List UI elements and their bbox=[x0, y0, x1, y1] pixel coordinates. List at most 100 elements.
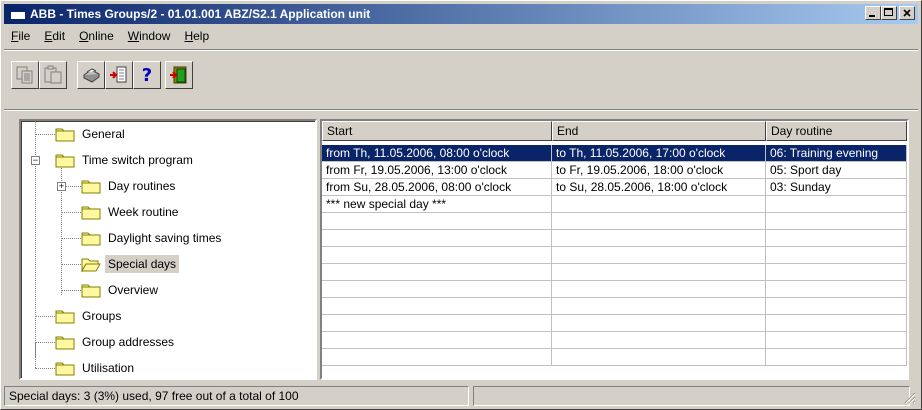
folder-icon bbox=[55, 154, 75, 168]
column-header-start[interactable]: Start bbox=[322, 121, 552, 141]
cell-start: from Th, 11.05.2006, 08:00 o'clock bbox=[322, 145, 552, 162]
empty-cell bbox=[552, 349, 766, 366]
open-folder-icon bbox=[81, 258, 101, 272]
empty-cell bbox=[766, 213, 907, 230]
tree-item-time-switch-program[interactable]: Time switch program bbox=[55, 148, 196, 172]
application-window: ABB - Times Groups/2 - 01.01.001 ABZ/S2.… bbox=[0, 0, 922, 410]
menu-window[interactable]: Window bbox=[121, 29, 178, 43]
empty-cell bbox=[766, 349, 907, 366]
minimize-button[interactable] bbox=[865, 6, 881, 20]
app-icon bbox=[10, 8, 26, 20]
table-header: Start End Day routine bbox=[322, 121, 907, 141]
tree-item-label: Group addresses bbox=[82, 335, 175, 349]
empty-cell bbox=[322, 349, 552, 366]
print-button[interactable] bbox=[77, 61, 105, 89]
resize-grip-icon[interactable] bbox=[904, 392, 916, 404]
toolbar: ? bbox=[11, 61, 203, 89]
empty-cell bbox=[552, 281, 766, 298]
tree-item-label: Overview bbox=[108, 283, 159, 297]
empty-cell bbox=[322, 298, 552, 315]
menu-edit[interactable]: Edit bbox=[37, 29, 72, 43]
empty-cell bbox=[552, 213, 766, 230]
collapse-icon[interactable]: − bbox=[31, 156, 40, 165]
empty-cell bbox=[766, 298, 907, 315]
menu-help[interactable]: Help bbox=[177, 29, 216, 43]
folder-icon bbox=[55, 128, 75, 142]
empty-cell bbox=[322, 213, 552, 230]
menu-bar: File Edit Online Window Help bbox=[4, 26, 216, 46]
tree-item-daylight-saving-times[interactable]: Daylight saving times bbox=[81, 226, 224, 250]
menu-file[interactable]: File bbox=[4, 29, 37, 43]
cell-day-routine: 03: Sunday bbox=[766, 179, 907, 196]
column-header-day-routine[interactable]: Day routine bbox=[766, 121, 907, 141]
table-row-new[interactable]: *** new special day *** bbox=[322, 196, 907, 213]
tree-item-label: Day routines bbox=[108, 179, 176, 193]
table-row-empty bbox=[322, 264, 907, 281]
import-button[interactable] bbox=[105, 61, 133, 89]
table-row[interactable]: from Fr, 19.05.2006, 13:00 o'clock to Fr… bbox=[322, 162, 907, 179]
table-row-empty bbox=[322, 247, 907, 264]
maximize-icon bbox=[884, 8, 893, 16]
empty-cell bbox=[322, 315, 552, 332]
empty-cell bbox=[766, 332, 907, 349]
tree-item-week-routine[interactable]: Week routine bbox=[81, 200, 181, 224]
empty-cell bbox=[322, 230, 552, 247]
minimize-icon bbox=[869, 15, 875, 17]
title-bar[interactable]: ABB - Times Groups/2 - 01.01.001 ABZ/S2.… bbox=[4, 4, 918, 24]
copy-button[interactable] bbox=[11, 61, 39, 89]
tree-connector bbox=[61, 290, 81, 291]
tree-item-special-days[interactable]: Special days bbox=[81, 252, 180, 276]
cell-start: from Su, 28.05.2006, 08:00 o'clock bbox=[322, 179, 552, 196]
toolbar-separator-bottom bbox=[4, 109, 918, 111]
exit-button[interactable] bbox=[165, 61, 193, 89]
tree-connector bbox=[61, 212, 81, 213]
navigation-tree[interactable]: − + General Time switch program Day rout… bbox=[19, 119, 317, 380]
empty-cell bbox=[766, 264, 907, 281]
toolbar-separator-top bbox=[4, 49, 918, 51]
table-row[interactable]: from Su, 28.05.2006, 08:00 o'clock to Su… bbox=[322, 179, 907, 196]
special-days-table[interactable]: Start End Day routine from Th, 11.05.200… bbox=[320, 119, 909, 380]
tree-connector bbox=[61, 238, 81, 239]
tree-item-group-addresses[interactable]: Group addresses bbox=[55, 330, 177, 354]
cell-day-routine: 06: Training evening bbox=[766, 145, 907, 162]
tree-item-label: Utilisation bbox=[82, 361, 135, 375]
import-icon bbox=[110, 66, 127, 83]
tree-item-groups[interactable]: Groups bbox=[55, 304, 124, 328]
tree-item-day-routines[interactable]: Day routines bbox=[81, 174, 178, 198]
empty-cell bbox=[766, 281, 907, 298]
tree-item-general[interactable]: General bbox=[55, 122, 128, 146]
folder-icon bbox=[55, 362, 75, 376]
cell-day-routine bbox=[766, 196, 907, 213]
tree-connector bbox=[35, 342, 36, 368]
column-header-end[interactable]: End bbox=[552, 121, 766, 141]
cell-end: to Su, 28.05.2006, 18:00 o'clock bbox=[552, 179, 766, 196]
tree-item-overview[interactable]: Overview bbox=[81, 278, 161, 302]
folder-icon bbox=[81, 232, 101, 246]
paste-button[interactable] bbox=[39, 61, 67, 89]
empty-cell bbox=[552, 298, 766, 315]
empty-cell bbox=[552, 230, 766, 247]
folder-icon bbox=[55, 336, 75, 350]
table-row-empty bbox=[322, 332, 907, 349]
empty-cell bbox=[552, 315, 766, 332]
tree-item-label: Groups bbox=[82, 309, 122, 323]
copy-icon bbox=[16, 66, 33, 84]
status-text: Special days: 3 (3%) used, 97 free out o… bbox=[4, 386, 469, 406]
menu-online[interactable]: Online bbox=[72, 29, 121, 43]
maximize-button[interactable] bbox=[881, 6, 897, 20]
folder-icon bbox=[81, 284, 101, 298]
window-title: ABB - Times Groups/2 - 01.01.001 ABZ/S2.… bbox=[30, 7, 371, 21]
expand-icon[interactable]: + bbox=[57, 182, 66, 191]
table-row-empty bbox=[322, 213, 907, 230]
empty-cell bbox=[322, 264, 552, 281]
table-row[interactable]: from Th, 11.05.2006, 08:00 o'clock to Th… bbox=[322, 145, 907, 162]
folder-icon bbox=[81, 206, 101, 220]
close-button[interactable] bbox=[899, 6, 915, 20]
cell-end: to Th, 11.05.2006, 17:00 o'clock bbox=[552, 145, 766, 162]
table-row-empty bbox=[322, 281, 907, 298]
tree-connector bbox=[61, 264, 81, 265]
help-button[interactable]: ? bbox=[133, 61, 161, 89]
tree-connector bbox=[35, 134, 55, 135]
tree-item-utilisation[interactable]: Utilisation bbox=[55, 356, 137, 380]
cell-start: *** new special day *** bbox=[322, 196, 552, 213]
